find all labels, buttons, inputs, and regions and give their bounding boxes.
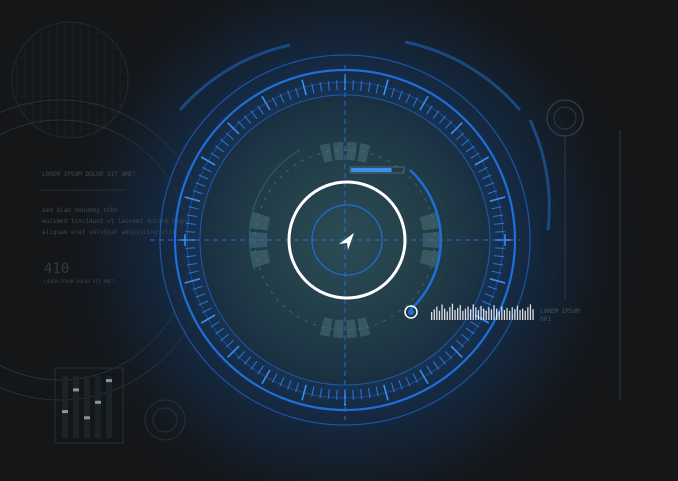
wave-bar (438, 310, 441, 320)
panel-line-3: aliquam erat volutpat adipiscing elit (42, 229, 176, 236)
wave-bar (519, 310, 521, 320)
wave-bar (524, 310, 526, 320)
wave-label-2: 001 (540, 316, 551, 323)
wave-bar (457, 307, 459, 320)
wave-bar (441, 304, 443, 320)
tick (494, 231, 505, 233)
tick (185, 247, 196, 249)
wave-bar (511, 307, 513, 320)
wave-bar (431, 312, 433, 320)
tick (336, 80, 338, 91)
level-bar (95, 400, 101, 404)
wave-bar (506, 307, 508, 320)
wave-bar (501, 306, 503, 320)
wave-bar (462, 310, 464, 320)
level-track (106, 376, 112, 438)
wave-bar (509, 310, 511, 320)
wave-bar (464, 308, 467, 320)
tick (336, 389, 338, 400)
wave-bar (480, 305, 482, 320)
panel-line-1: sed diam nonummy nibh (42, 207, 118, 214)
level-bar (84, 416, 90, 420)
wave-bar (514, 309, 516, 320)
tick (185, 231, 196, 233)
wave-bar (433, 309, 435, 320)
wave-bar (459, 305, 461, 320)
wave-bar (436, 306, 438, 320)
wave-bar (454, 310, 456, 320)
hud-stage: LOREM IPSUM DOLOR SIT AMET sed diam nonu… (0, 0, 678, 481)
hud-graphic: LOREM IPSUM DOLOR SIT AMET sed diam nonu… (0, 0, 678, 481)
wave-bar (477, 310, 480, 320)
wave-bar (446, 311, 448, 320)
wave-bar (475, 307, 477, 320)
wave-bar (490, 309, 493, 320)
panel-line-2: euismod tincidunt ut laoreet dolore magn… (42, 218, 190, 225)
level-bar (62, 410, 68, 414)
wave-bar (449, 307, 451, 320)
level-bar (73, 388, 79, 392)
wave-bar (503, 310, 506, 320)
level-track (84, 376, 90, 438)
panel-big-readout: 410 (44, 261, 69, 277)
wave-bar (529, 304, 532, 320)
tick (352, 80, 354, 91)
level-track (62, 376, 68, 438)
wave-bar (493, 305, 495, 320)
wave-bar (470, 309, 472, 320)
level-track (73, 376, 79, 438)
wave-bar (522, 308, 524, 320)
panel-heading: LOREM IPSUM DOLOR SIT AMET (42, 171, 136, 178)
tick (352, 389, 354, 400)
panel-sub-readout: LOREM IPSUM DOLOR SIT AMET (44, 279, 115, 285)
level-bar (106, 379, 112, 383)
wave-bar (467, 306, 469, 320)
wave-bar (488, 307, 490, 320)
wave-label-1: LOREM IPSUM (540, 308, 580, 315)
wave-bar (516, 305, 519, 320)
wave-bar (444, 308, 446, 320)
wave-bar (498, 311, 500, 320)
wave-bar (532, 309, 534, 320)
wave-bar (472, 304, 474, 320)
tick (494, 247, 505, 249)
wave-bar (527, 307, 529, 320)
wave-bar (496, 308, 498, 320)
wave-bar (483, 308, 485, 320)
level-track (95, 376, 101, 438)
wave-bar (451, 303, 454, 320)
wave-bar (485, 310, 487, 320)
